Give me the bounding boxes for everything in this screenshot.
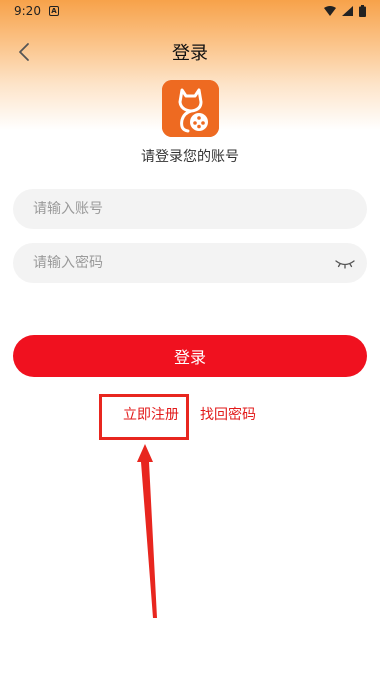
account-field[interactable]: [13, 189, 367, 229]
status-icons: [324, 5, 366, 17]
notification-a-icon: A: [48, 6, 59, 16]
password-input[interactable]: [33, 255, 347, 271]
login-subtitle: 请登录您的账号: [141, 149, 239, 165]
app-logo-icon: [162, 80, 219, 137]
forgot-password-link[interactable]: 找回密码: [200, 404, 256, 424]
login-button[interactable]: 登录: [13, 335, 367, 377]
password-field[interactable]: [13, 243, 367, 283]
account-input[interactable]: [33, 201, 347, 217]
annotation-highlight-box: [99, 394, 189, 440]
back-button[interactable]: [8, 36, 40, 68]
status-bar: 9:20 A: [0, 0, 380, 22]
page-title: 登录: [172, 43, 208, 64]
wifi-icon: [324, 6, 336, 16]
eye-closed-icon[interactable]: [335, 255, 355, 271]
signal-icon: [342, 6, 353, 16]
battery-icon: [359, 5, 366, 17]
status-time: 9:20: [14, 4, 41, 18]
chevron-left-icon: [19, 43, 29, 61]
nav-bar: 登录: [0, 30, 380, 74]
